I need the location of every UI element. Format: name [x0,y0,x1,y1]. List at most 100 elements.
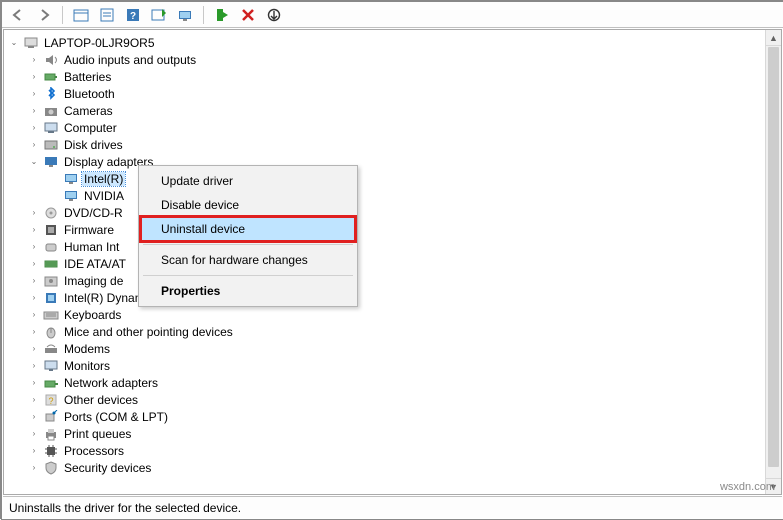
expand-icon[interactable]: › [28,292,40,304]
expand-icon[interactable]: › [28,258,40,270]
category-icon [43,154,59,170]
scroll-up-icon[interactable]: ▲ [766,30,781,46]
tree-category[interactable]: › Modems [28,340,765,357]
category-label: Modems [62,342,112,356]
expand-icon[interactable]: › [28,309,40,321]
tree-category[interactable]: ›Monitors [28,357,765,374]
watermark: wsxdn.com [720,481,775,493]
update-button[interactable] [264,5,284,25]
toolbar: ? [2,2,783,28]
tree-category[interactable]: › Network adapters [28,374,765,391]
expand-icon[interactable]: › [28,224,40,236]
device-icon [63,188,79,204]
expand-icon[interactable]: › [28,207,40,219]
device-label: NVIDIA [82,189,126,203]
tree-category[interactable]: ›Batteries [28,68,765,85]
collapse-icon[interactable]: ⌄ [8,37,20,49]
expand-icon[interactable]: › [28,394,40,406]
tree-category[interactable]: › Security devices [28,459,765,476]
action-button[interactable] [149,5,169,25]
category-label: Security devices [62,461,153,475]
category-label: Mice and other pointing devices [62,325,235,339]
menu-properties[interactable]: Properties [141,279,355,303]
category-label: DVD/CD-R [62,206,125,220]
help-button[interactable]: ? [123,5,143,25]
scroll-thumb[interactable] [768,47,779,467]
expand-icon[interactable]: › [28,241,40,253]
menu-update-driver[interactable]: Update driver [141,169,355,193]
tree-category[interactable]: › Ports (COM & LPT) [28,408,765,425]
tree-category[interactable]: › Computer [28,119,765,136]
category-label: Print queues [62,427,133,441]
category-icon [43,86,59,102]
expand-icon[interactable]: › [28,105,40,117]
forward-button[interactable] [34,5,54,25]
tree-root[interactable]: ⌄ LAPTOP-0LJR9OR5 [8,34,765,51]
category-icon [43,103,59,119]
expand-icon[interactable]: › [28,343,40,355]
enable-button[interactable] [212,5,232,25]
category-icon [43,69,59,85]
expand-icon[interactable]: › [28,428,40,440]
expand-icon[interactable]: › [28,360,40,372]
category-label: Imaging de [62,274,125,288]
tree-category[interactable]: › Bluetooth [28,85,765,102]
expand-icon[interactable]: › [28,275,40,287]
device-label: Intel(R) [82,172,125,186]
properties-button[interactable] [97,5,117,25]
expand-icon[interactable]: › [28,411,40,423]
category-label: Human Int [62,240,121,254]
category-icon [43,460,59,476]
expand-icon[interactable]: › [28,377,40,389]
category-label: Audio inputs and outputs [62,53,198,67]
menu-uninstall-device[interactable]: Uninstall device [141,217,355,241]
category-icon [43,375,59,391]
menu-disable-device[interactable]: Disable device [141,193,355,217]
category-icon [43,137,59,153]
tree-pane: ⌄ LAPTOP-0LJR9OR5 › Audio inputs and outp… [3,29,782,495]
expand-icon[interactable]: › [28,122,40,134]
back-button[interactable] [8,5,28,25]
context-menu: Update driver Disable device Uninstall d… [138,165,358,307]
vertical-scrollbar[interactable]: ▲ ▼ [765,30,781,494]
menu-separator [143,275,353,276]
tree-category[interactable]: › Audio inputs and outputs [28,51,765,68]
expand-icon[interactable]: › [28,445,40,457]
category-icon: ? [43,392,59,408]
category-label: Processors [62,444,126,458]
category-icon [43,273,59,289]
expand-icon[interactable]: › [28,326,40,338]
menu-scan-hardware[interactable]: Scan for hardware changes [141,248,355,272]
tree-category[interactable]: › Print queues [28,425,765,442]
category-label: Cameras [62,104,115,118]
tree-category[interactable]: › Processors [28,442,765,459]
tree-category[interactable]: ›?Other devices [28,391,765,408]
tree-category[interactable]: ›Disk drives [28,136,765,153]
category-label: Computer [62,121,119,135]
expand-icon[interactable]: › [28,88,40,100]
category-icon [43,443,59,459]
category-label: Bluetooth [62,87,117,101]
device-tree[interactable]: ⌄ LAPTOP-0LJR9OR5 › Audio inputs and outp… [4,30,765,480]
category-label: Ports (COM & LPT) [62,410,170,424]
category-label: Network adapters [62,376,160,390]
scan-button[interactable] [175,5,195,25]
collapse-icon[interactable]: ⌄ [28,156,40,168]
expand-icon[interactable]: › [28,462,40,474]
category-icon [43,324,59,340]
category-icon [43,205,59,221]
expand-icon[interactable]: › [28,139,40,151]
category-icon [43,120,59,136]
show-hidden-button[interactable] [71,5,91,25]
menu-separator [143,244,353,245]
expand-icon[interactable]: › [28,71,40,83]
computer-icon [23,35,39,51]
toolbar-separator [203,6,204,24]
tree-category[interactable]: › Mice and other pointing devices [28,323,765,340]
expand-icon[interactable]: › [28,54,40,66]
status-text: Uninstalls the driver for the selected d… [9,501,241,515]
tree-category[interactable]: ›Keyboards [28,306,765,323]
category-icon [43,256,59,272]
tree-category[interactable]: › Cameras [28,102,765,119]
uninstall-button[interactable] [238,5,258,25]
